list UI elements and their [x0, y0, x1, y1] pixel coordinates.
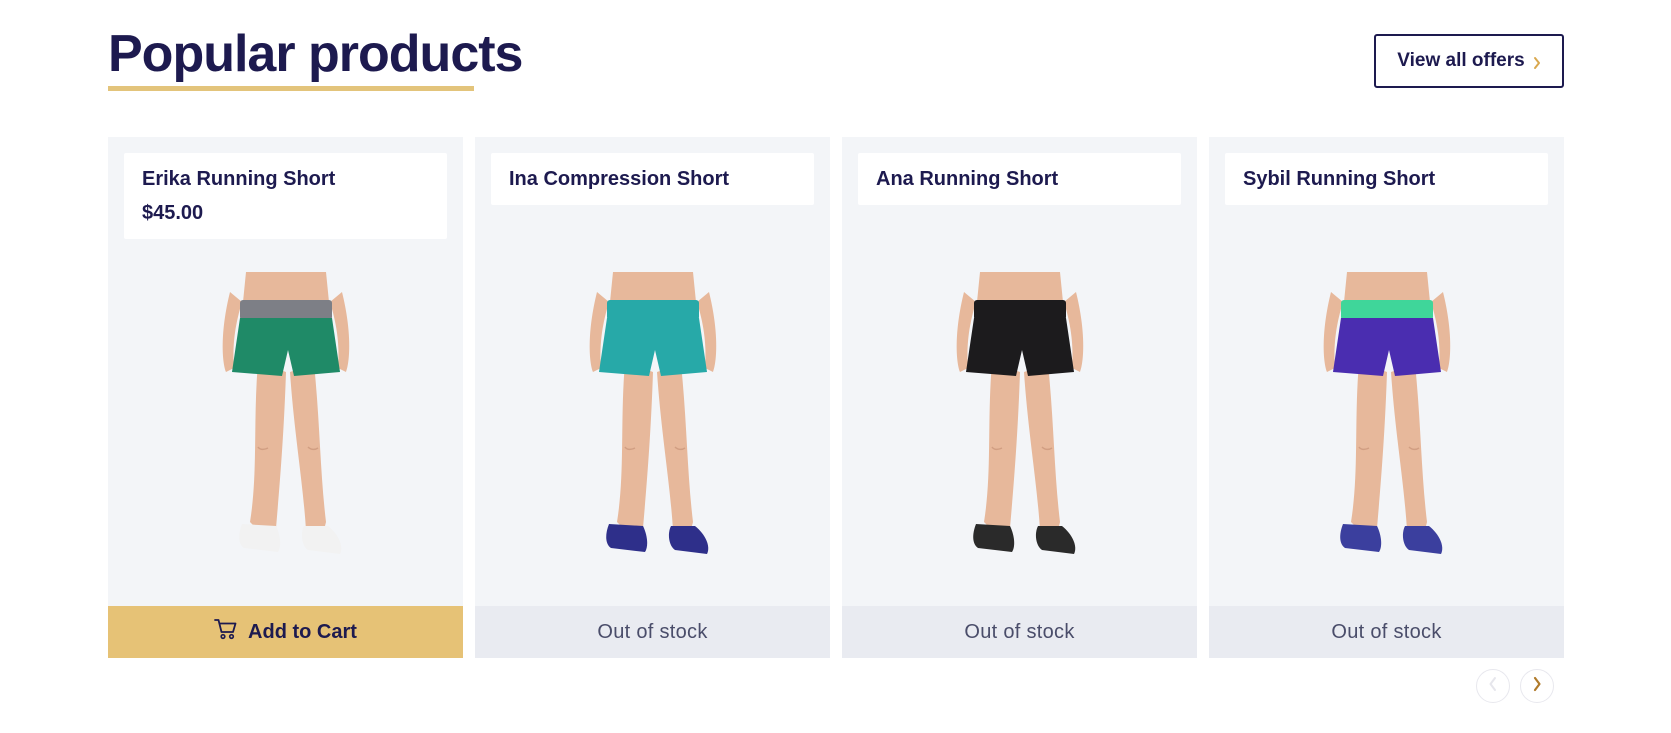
product-name[interactable]: Erika Running Short	[142, 167, 429, 191]
product-name[interactable]: Ina Compression Short	[509, 167, 796, 191]
black-running-shorts-model	[956, 272, 1084, 554]
product-info: Sybil Running Short	[1225, 153, 1548, 205]
product-price: $45.00	[142, 202, 204, 224]
product-image[interactable]	[475, 272, 830, 592]
product-info: Ana Running Short	[858, 153, 1181, 205]
product-card[interactable]: Ina Compression Short Out of stock	[475, 137, 830, 658]
cart-icon	[214, 618, 238, 646]
product-card[interactable]: Ana Running Short Out of stock	[842, 137, 1197, 658]
out-of-stock-label: Out of stock	[1209, 606, 1564, 658]
product-name[interactable]: Sybil Running Short	[1243, 167, 1530, 191]
product-image[interactable]	[842, 272, 1197, 592]
product-card[interactable]: Erika Running Short $45.00 Add to Cart	[108, 137, 463, 658]
product-carousel: Erika Running Short $45.00 Add to Cart I…	[108, 137, 1564, 658]
out-of-stock-label: Out of stock	[842, 606, 1197, 658]
page-title: Popular products	[108, 25, 523, 83]
product-info: Ina Compression Short	[491, 153, 814, 205]
view-all-offers-label: View all offers	[1397, 50, 1525, 71]
section-header: Popular products View all offers	[108, 0, 1564, 120]
chevron-right-icon	[1533, 54, 1541, 69]
teal-compression-shorts-model	[589, 272, 717, 554]
product-card[interactable]: Sybil Running Short Out of stock	[1209, 137, 1564, 658]
out-of-stock-label: Out of stock	[475, 606, 830, 658]
product-name[interactable]: Ana Running Short	[876, 167, 1163, 191]
purple-running-shorts-model	[1323, 272, 1451, 554]
chevron-left-icon	[1488, 676, 1498, 697]
product-info: Erika Running Short $45.00	[124, 153, 447, 239]
product-image[interactable]	[1209, 272, 1564, 592]
add-to-cart-label: Add to Cart	[248, 620, 357, 643]
carousel-next-button[interactable]	[1520, 669, 1554, 703]
carousel-pager	[1476, 669, 1554, 703]
carousel-prev-button[interactable]	[1476, 669, 1510, 703]
product-image[interactable]	[108, 272, 463, 592]
chevron-right-icon	[1532, 676, 1542, 697]
popular-products-section: Popular products View all offers Erika R…	[108, 0, 1564, 733]
view-all-offers-button[interactable]: View all offers	[1374, 34, 1564, 88]
title-underline	[108, 86, 474, 91]
green-running-shorts-model	[222, 272, 350, 554]
add-to-cart-button[interactable]: Add to Cart	[108, 606, 463, 658]
